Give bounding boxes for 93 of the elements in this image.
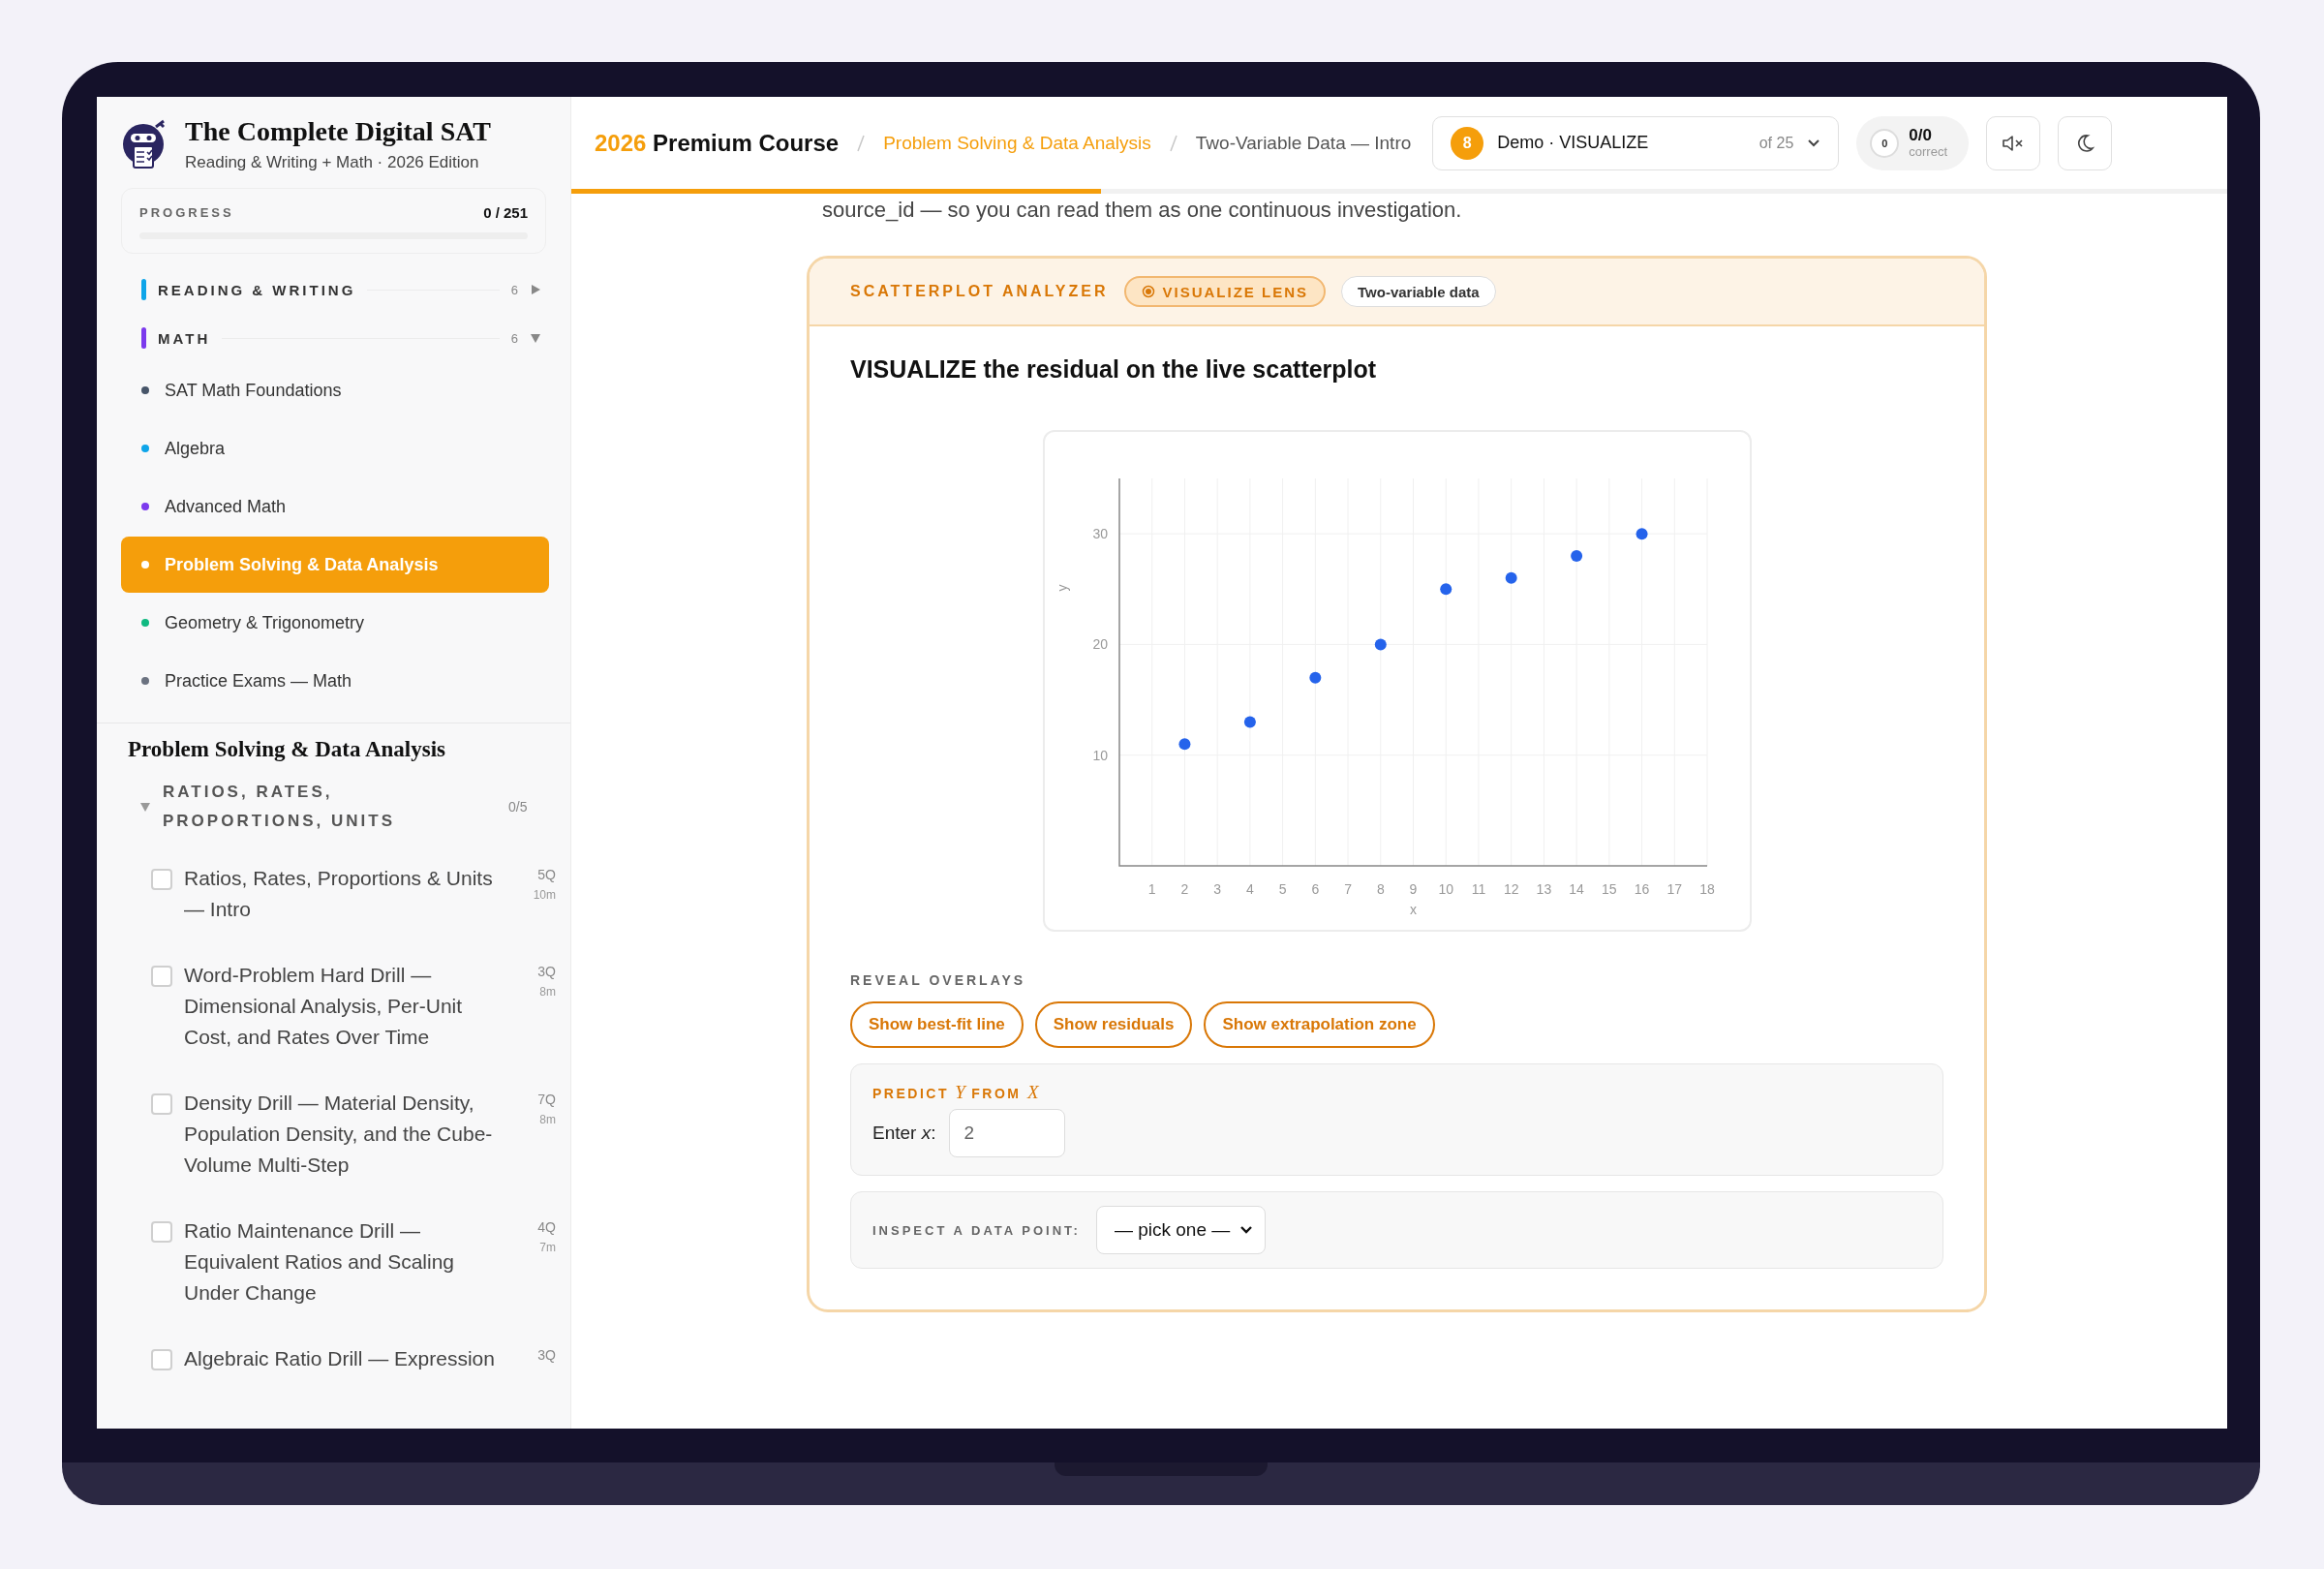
mute-button[interactable]	[1986, 115, 2040, 170]
lesson-link[interactable]: Density Drill — Material Density, Population Density, and the Cube-Volume Multi-Step	[184, 1088, 505, 1181]
x-tick-label: 5	[1278, 881, 1286, 897]
lens-tag: VISUALIZE LENS	[1123, 276, 1327, 307]
nav-item[interactable]: Geometry & Trigonometry	[121, 595, 549, 651]
lesson-link[interactable]: Ratios, Rates, Proportions & Units — Intro	[184, 863, 505, 925]
lesson-picker[interactable]: 8 Demo · VISUALIZE of 25	[1432, 115, 1840, 170]
x-axis-label: x	[1409, 902, 1417, 917]
lesson-checkbox[interactable]	[151, 1349, 172, 1370]
lesson-duration: 7m	[539, 1241, 556, 1254]
topic-tag: Two-variable data	[1341, 276, 1496, 307]
data-point	[1439, 583, 1452, 596]
lesson-checkbox[interactable]	[151, 1221, 172, 1243]
breadcrumb-separator-icon	[1168, 133, 1178, 153]
x-tick-label: 12	[1503, 881, 1518, 897]
intro-text: source_id — so you can read them as one continuous investigation.	[821, 197, 1463, 224]
y-tick-label: 20	[1091, 636, 1108, 653]
x-tick-label: 15	[1601, 881, 1617, 897]
lesson-group-header[interactable]: RATIOS, RATES, PROPORTIONS, UNITS 0/5	[97, 772, 570, 851]
x-tick-label: 7	[1343, 881, 1352, 897]
lesson-checkbox[interactable]	[151, 869, 172, 890]
breadcrumb-separator-icon	[856, 133, 867, 153]
lesson-link[interactable]: Algebraic Ratio Drill — Expression	[184, 1343, 505, 1374]
section-count: 6	[510, 330, 518, 346]
lesson-duration: 10m	[533, 888, 556, 902]
section-header[interactable]: READING & WRITING 6	[97, 265, 570, 314]
lesson-duration: 8m	[539, 985, 556, 999]
data-point	[1243, 716, 1256, 728]
chevron-down-icon	[1239, 1225, 1254, 1235]
data-point	[1636, 528, 1648, 540]
score-label: correct	[1909, 144, 1947, 159]
lesson-duration: 8m	[539, 1113, 556, 1126]
group-label: RATIOS, RATES, PROPORTIONS, UNITS	[163, 782, 397, 832]
y-tick-label: 10	[1091, 747, 1108, 763]
group-count: 0/5	[508, 799, 528, 815]
exercise-heading: VISUALIZE the residual on the live scatterplot	[850, 355, 1378, 384]
nav-item[interactable]: Algebra	[121, 420, 549, 477]
x-tick-label: 1	[1147, 881, 1156, 897]
data-point	[1374, 638, 1387, 651]
course-title: The Complete Digital SAT	[185, 116, 492, 147]
x-tick-label: 18	[1698, 881, 1715, 897]
question-count: 4Q	[537, 1219, 556, 1235]
y-axis-label: y	[1054, 584, 1070, 592]
course-name: 2026 Premium Course	[595, 129, 840, 157]
nav-item[interactable]: Practice Exams — Math	[121, 653, 549, 709]
unit-heading: Problem Solving & Data Analysis	[127, 736, 446, 763]
breadcrumb-current: Two-Variable Data — Intro	[1195, 132, 1412, 154]
x-tick-label: 14	[1568, 881, 1584, 897]
analyzer-title: SCATTERPLOT ANALYZER	[850, 283, 1109, 300]
radio-dot-icon	[1141, 285, 1155, 298]
x-tick-label: 16	[1634, 881, 1649, 897]
x-tick-label: 8	[1376, 881, 1385, 897]
x-tick-label: 13	[1536, 881, 1551, 897]
data-point	[1570, 550, 1582, 562]
score-ring: 0	[1870, 128, 1900, 158]
score-value: 0/0	[1909, 127, 1933, 144]
inspect-label: INSPECT A DATA POINT:	[872, 1222, 1081, 1238]
dark-mode-button[interactable]	[2058, 115, 2112, 170]
chevron-down-icon	[1807, 138, 1821, 148]
lesson-checkbox[interactable]	[151, 1093, 172, 1115]
x-tick-label: 3	[1212, 881, 1221, 897]
lesson-checkbox[interactable]	[151, 966, 172, 987]
predict-title: PREDICT Y FROM X	[872, 1082, 1040, 1103]
lesson-link[interactable]: Ratio Maintenance Drill — Equivalent Ratios and Scaling Under Change	[184, 1215, 505, 1308]
y-tick-label: 30	[1091, 526, 1108, 542]
section-count: 6	[510, 282, 518, 297]
lesson-number-badge: 8	[1451, 126, 1484, 160]
lesson-link[interactable]: Word-Problem Hard Drill — Dimensional Analysis, Per-Unit Cost, and Rates Over Time	[184, 960, 505, 1053]
question-count: 7Q	[537, 1092, 556, 1107]
speaker-muted-icon	[2002, 133, 2025, 153]
question-count: 3Q	[537, 964, 556, 979]
x-tick-label: 11	[1471, 881, 1485, 897]
overlays-label: REVEAL OVERLAYS	[850, 972, 1027, 988]
progress-label: PROGRESS	[139, 205, 234, 220]
data-point-dropdown[interactable]: — pick one —	[1095, 1206, 1267, 1254]
x-tick-label: 10	[1437, 881, 1453, 897]
x-tick-label: 6	[1310, 881, 1319, 897]
data-point	[1505, 571, 1517, 584]
nav-item[interactable]: SAT Math Foundations	[121, 362, 549, 418]
x-tick-label: 17	[1667, 881, 1682, 897]
question-count: 5Q	[537, 867, 556, 882]
x-tick-label: 2	[1180, 881, 1188, 897]
data-point	[1177, 738, 1190, 751]
progress-count: 0 / 251	[483, 204, 528, 221]
x-tick-label: 9	[1409, 881, 1417, 897]
x-input-label: Enter x:	[872, 1123, 936, 1144]
nav-item[interactable]: Advanced Math	[121, 478, 549, 535]
question-count: 3Q	[537, 1347, 556, 1363]
x-input-field[interactable]: 2	[949, 1109, 1066, 1157]
data-point	[1308, 671, 1321, 684]
course-subtitle: Reading & Writing + Math · 2026 Edition	[185, 153, 480, 172]
section-header[interactable]: MATH 6	[97, 314, 570, 362]
x-tick-label: 4	[1245, 881, 1254, 897]
